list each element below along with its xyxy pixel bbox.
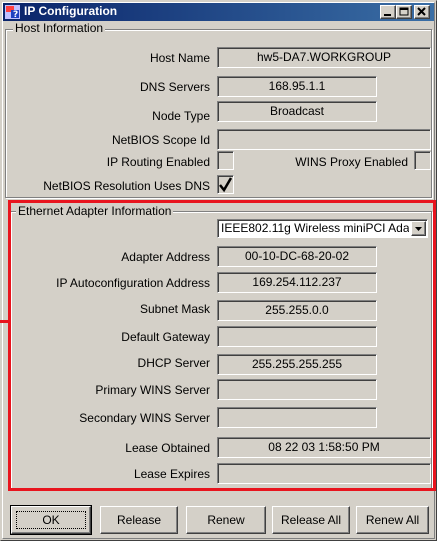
node-type-label: Node Type: [152, 109, 210, 123]
host-name-field: hw5-DA7.WORKGROUP: [217, 47, 431, 68]
close-icon: [417, 7, 426, 16]
minimize-icon: [384, 14, 391, 16]
host-name-label: Host Name: [149, 51, 210, 65]
netbios-scope-id-field: [217, 129, 431, 150]
window-title: IP Configuration: [24, 4, 118, 18]
wins-proxy-enabled-label: WINS Proxy Enabled: [295, 155, 408, 169]
release-button[interactable]: Release: [100, 506, 178, 534]
renew-all-button[interactable]: Renew All: [356, 506, 429, 534]
host-information-label: Host Information: [13, 21, 106, 35]
renew-button[interactable]: Renew: [186, 506, 266, 534]
ip-routing-enabled-checkbox[interactable]: [217, 151, 234, 170]
minimize-button[interactable]: [380, 5, 396, 19]
dns-servers-label: DNS Servers: [139, 80, 210, 94]
app-icon[interactable]: ?: [5, 5, 20, 19]
release-all-button-label: Release All: [280, 513, 342, 527]
svg-text:?: ?: [13, 10, 18, 19]
release-all-button[interactable]: Release All: [272, 506, 350, 534]
highlight-box: [8, 200, 436, 491]
netbios-resolution-uses-dns-checkbox[interactable]: [217, 175, 234, 194]
ip-routing-enabled-label: IP Routing Enabled: [106, 155, 210, 169]
ok-button[interactable]: OK: [10, 505, 92, 535]
highlight-pointer: [0, 320, 9, 323]
maximize-button[interactable]: [396, 5, 412, 19]
renew-button-label: Renew: [207, 513, 245, 527]
renew-all-button-label: Renew All: [365, 513, 420, 527]
netbios-resolution-uses-dns-label: NetBIOS Resolution Uses DNS: [43, 179, 210, 193]
checkmark-icon: [219, 177, 233, 193]
netbios-scope-id-label: NetBIOS Scope Id: [111, 133, 210, 147]
dns-servers-field: 168.95.1.1: [217, 76, 377, 97]
close-button[interactable]: [414, 5, 430, 19]
wins-proxy-enabled-checkbox[interactable]: [414, 151, 431, 170]
maximize-icon: [399, 7, 409, 16]
node-type-field: Broadcast: [217, 101, 377, 122]
release-button-label: Release: [116, 513, 162, 527]
